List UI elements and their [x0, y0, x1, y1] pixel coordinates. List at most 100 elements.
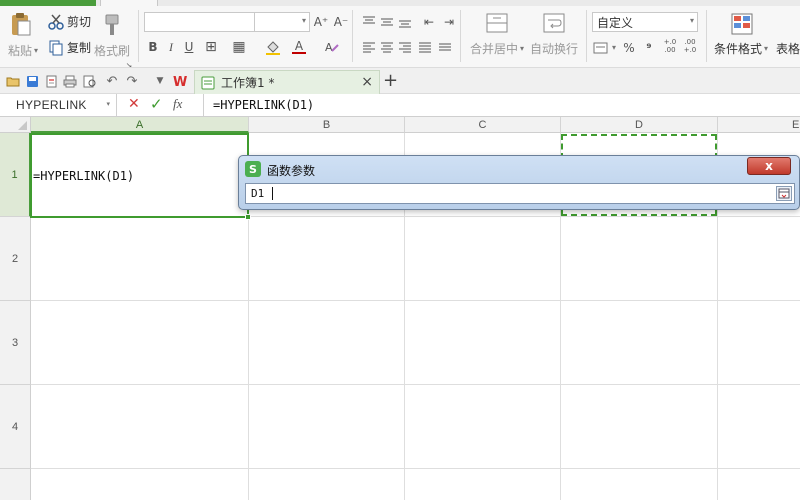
align-bottom-icon[interactable]	[396, 13, 414, 31]
merge-center-button[interactable]	[485, 12, 509, 34]
formula-input[interactable]: =HYPERLINK(D1)	[213, 98, 314, 112]
dialog-title: 函数参数	[267, 164, 316, 178]
align-middle-icon[interactable]	[378, 13, 396, 31]
underline-button[interactable]: U	[180, 38, 198, 56]
row-header-1[interactable]: 1	[0, 133, 31, 217]
conditional-format-icon	[731, 13, 753, 35]
clear-format-icon[interactable]: A	[322, 38, 340, 56]
collapse-dialog-button[interactable]	[776, 186, 792, 201]
document-tab[interactable]: 工作簿1 * ×	[194, 70, 380, 94]
open-folder-icon[interactable]	[5, 73, 21, 89]
format-painter-button[interactable]	[100, 12, 126, 38]
argument-input-value: D1	[251, 187, 265, 200]
spreadsheet-file-icon	[201, 76, 215, 89]
app-logo-icon: S	[245, 161, 261, 177]
table-format-button[interactable]: 表格样	[776, 40, 800, 57]
redo-icon[interactable]: ↷	[124, 73, 140, 89]
conditional-format-button[interactable]	[730, 12, 754, 36]
align-right-icon[interactable]	[396, 38, 414, 56]
gridline	[31, 384, 800, 385]
decrease-decimal-button[interactable]: .00 +.0	[680, 37, 700, 55]
close-icon: x	[765, 159, 773, 173]
column-header-d[interactable]: D	[561, 117, 718, 133]
wrap-text-button[interactable]	[542, 12, 566, 34]
new-tab-icon[interactable]: +	[383, 70, 398, 91]
app-menu-tab[interactable]	[0, 0, 96, 6]
name-box[interactable]: HYPERLINK ▾	[0, 94, 117, 116]
number-format-value: 自定义	[597, 15, 634, 30]
wps-logo-icon[interactable]: W	[173, 73, 189, 89]
undo-icon[interactable]: ↶	[104, 73, 120, 89]
paste-label: 粘贴	[8, 44, 33, 58]
cell-a1[interactable]: =HYPERLINK(D1)	[30, 133, 251, 220]
dialog-close-button[interactable]: x	[747, 157, 791, 175]
bold-button[interactable]: B	[144, 38, 162, 56]
row-header-5[interactable]	[0, 469, 31, 500]
name-box-dropdown-icon[interactable]: ▾	[106, 100, 110, 108]
cancel-formula-icon[interactable]: ✕	[128, 96, 140, 112]
align-top-icon[interactable]	[360, 13, 378, 31]
indent-increase-icon[interactable]: ⇥	[440, 13, 458, 31]
currency-dropdown-icon[interactable]: ▾	[612, 43, 616, 52]
wrap-text-label-button[interactable]: 自动换行	[530, 40, 578, 57]
formula-bar: HYPERLINK ▾ ✕ ✓ fx =HYPERLINK(D1)	[0, 94, 800, 117]
save-icon[interactable]	[24, 73, 40, 89]
align-left-icon[interactable]	[360, 38, 378, 56]
customize-dropdown-icon[interactable]: ▼	[152, 73, 168, 89]
argument-input[interactable]: D1	[245, 183, 795, 204]
row-header-4[interactable]: 4	[0, 385, 31, 469]
ribbon-toolbar: 粘贴 ▾ 剪切 复制 格式刷 ↘ ▾ A⁺ A⁻ B I U ⊞ ▦ A A ⇤…	[0, 0, 800, 68]
print-preview-icon[interactable]	[82, 73, 98, 89]
close-tab-icon[interactable]: ×	[361, 74, 373, 90]
copy-button[interactable]: 复制	[48, 39, 91, 56]
wrap-text-label: 自动换行	[530, 42, 579, 56]
justify-icon[interactable]	[416, 38, 434, 56]
number-format-combo[interactable]: 自定义 ▾	[592, 12, 698, 32]
paste-label-button[interactable]: 粘贴 ▾	[8, 42, 38, 59]
column-header-e[interactable]: E	[718, 117, 800, 133]
home-tab[interactable]	[100, 0, 158, 6]
grow-font-icon[interactable]: A⁺	[312, 13, 330, 31]
cut-button[interactable]: 剪切	[48, 13, 91, 30]
font-size-dropdown-icon: ▾	[301, 16, 306, 25]
export-pdf-icon[interactable]	[43, 73, 59, 89]
gridline	[31, 468, 800, 469]
paste-button[interactable]	[8, 12, 36, 38]
fill-color-icon[interactable]	[264, 38, 282, 56]
insert-function-button[interactable]: fx	[173, 96, 182, 112]
align-center-icon[interactable]	[378, 38, 396, 56]
copy-icon	[49, 40, 63, 55]
conditional-format-label-button[interactable]: 条件格式 ▾	[714, 40, 768, 57]
border-icon[interactable]: ⊞	[202, 38, 220, 56]
confirm-formula-icon[interactable]: ✓	[150, 95, 163, 113]
number-format-dropdown-icon: ▾	[689, 16, 694, 25]
font-size-combo[interactable]: ▾	[254, 12, 310, 32]
distribute-icon[interactable]	[436, 38, 454, 56]
column-header-c[interactable]: C	[405, 117, 561, 133]
print-icon[interactable]	[62, 73, 78, 89]
comma-style-button[interactable]: ⁹	[640, 39, 658, 57]
range-select-icon	[778, 188, 790, 199]
increase-decimal-button[interactable]: +.0 .00	[660, 37, 680, 55]
indent-decrease-icon[interactable]: ⇤	[420, 13, 438, 31]
merge-center-label-button[interactable]: 合并居中 ▾	[470, 40, 524, 57]
percent-button[interactable]: %	[620, 39, 638, 57]
clipboard-launcher-icon[interactable]: ↘	[120, 56, 138, 68]
shrink-font-icon[interactable]: A⁻	[332, 13, 350, 31]
currency-icon[interactable]	[592, 39, 610, 57]
row-header-2[interactable]: 2	[0, 217, 31, 301]
fill-handle[interactable]	[245, 214, 251, 220]
select-all-corner[interactable]	[0, 117, 31, 133]
italic-button[interactable]: I	[162, 38, 180, 56]
font-color-icon: A	[294, 39, 304, 53]
svg-text:W: W	[173, 75, 187, 88]
font-name-combo[interactable]	[144, 12, 256, 32]
column-header-a[interactable]: A	[31, 117, 249, 133]
cell-style-icon[interactable]: ▦	[230, 38, 248, 56]
font-color-button[interactable]: A	[290, 38, 308, 56]
merge-dropdown-icon: ▾	[520, 44, 525, 53]
table-format-label: 表格样	[776, 42, 800, 56]
column-header-b[interactable]: B	[249, 117, 405, 133]
function-arguments-dialog[interactable]: S 函数参数 x D1	[238, 155, 800, 210]
row-header-3[interactable]: 3	[0, 301, 31, 385]
